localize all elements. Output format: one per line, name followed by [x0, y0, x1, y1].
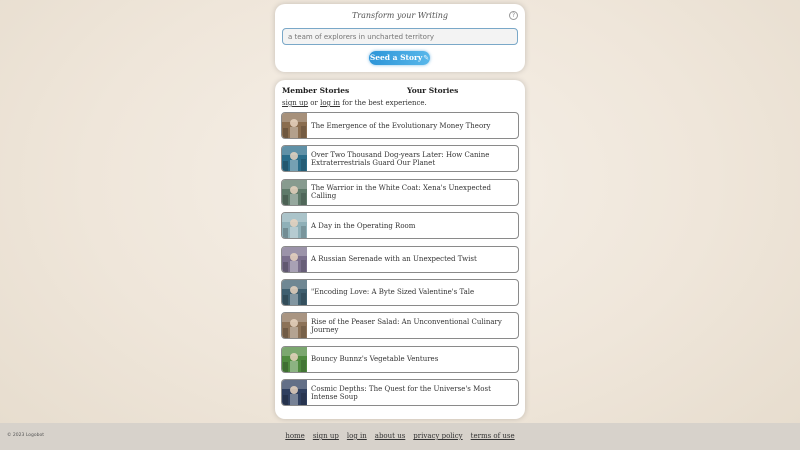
footer-link-sign-up[interactable]: sign up [313, 432, 339, 440]
story-title: The Warrior in the White Coat: Xena's Un… [311, 184, 491, 201]
story-list: The Emergence of the Evolutionary Money … [281, 112, 519, 413]
story-list-item[interactable]: "Encoding Love: A Byte Sized Valentine's… [281, 278, 519, 306]
story-prompt-input[interactable] [282, 28, 518, 45]
story-title: A Day in the Operating Room [311, 221, 416, 230]
story-thumbnail [282, 113, 307, 138]
story-list-item[interactable]: The Emergence of the Evolutionary Money … [281, 112, 519, 139]
story-title: The Emergence of the Evolutionary Money … [311, 121, 491, 130]
auth-note-or: or [310, 99, 318, 107]
story-thumbnail [282, 313, 307, 339]
story-thumbnail [282, 346, 307, 372]
story-list-item[interactable]: A Day in the Operating Room [281, 212, 519, 240]
story-thumbnail [282, 146, 307, 172]
footer-link-about-us[interactable]: about us [375, 432, 406, 440]
story-title: Over Two Thousand Dog-years Later: How C… [311, 150, 490, 167]
auth-note: sign up or log in for the best experienc… [282, 99, 427, 107]
story-list-item[interactable]: The Warrior in the White Coat: Xena's Un… [281, 178, 519, 206]
story-list-item[interactable]: Cosmic Depths: The Quest for the Univers… [281, 379, 519, 407]
story-thumbnail [282, 279, 307, 305]
login-link[interactable]: log in [320, 99, 340, 107]
story-thumbnail [282, 246, 307, 272]
seed-story-button-label: Seed a Story [369, 53, 423, 62]
story-title: Bouncy Bunnz's Vegetable Ventures [311, 355, 439, 364]
story-prompt-card: Transform your Writing ? Seed a Story✎ [275, 4, 525, 72]
story-title: Cosmic Depths: The Quest for the Univers… [311, 384, 491, 401]
footer-link-home[interactable]: home [285, 432, 305, 440]
footer: © 2023 Logobot home sign up log in about us… [0, 423, 800, 450]
story-title: "Encoding Love: A Byte Sized Valentine's… [311, 288, 475, 297]
tagline: Transform your Writing [351, 11, 449, 20]
story-list-item[interactable]: Rise of the Peaser Salad: An Unconventio… [281, 312, 519, 340]
quill-icon: ✎ [423, 54, 430, 62]
story-list-item[interactable]: Over Two Thousand Dog-years Later: How C… [281, 145, 519, 173]
story-thumbnail [282, 213, 307, 239]
auth-note-suffix: for the best experience. [342, 99, 427, 107]
story-title: Rise of the Peaser Salad: An Unconventio… [311, 317, 502, 334]
footer-links: home sign up log in about us privacy policy t… [0, 432, 800, 440]
story-thumbnail [282, 179, 307, 205]
footer-link-terms-of-use[interactable]: terms of use [471, 432, 515, 440]
seed-story-button[interactable]: Seed a Story✎ [369, 51, 430, 65]
story-list-item[interactable]: A Russian Serenade with an Unexpected Tw… [281, 245, 519, 273]
tab-your-stories[interactable]: Your Stories [407, 86, 458, 95]
footer-link-privacy-policy[interactable]: privacy policy [413, 432, 462, 440]
help-icon[interactable]: ? [509, 11, 518, 20]
footer-link-log-in[interactable]: log in [347, 432, 367, 440]
tab-member-stories[interactable]: Member Stories [282, 86, 349, 95]
story-list-item[interactable]: Bouncy Bunnz's Vegetable Ventures [281, 345, 519, 373]
story-thumbnail [282, 380, 307, 406]
signup-link[interactable]: sign up [282, 99, 308, 107]
stories-card: Member Stories Your Stories sign up or l… [275, 80, 525, 419]
story-title: A Russian Serenade with an Unexpected Tw… [311, 255, 477, 264]
